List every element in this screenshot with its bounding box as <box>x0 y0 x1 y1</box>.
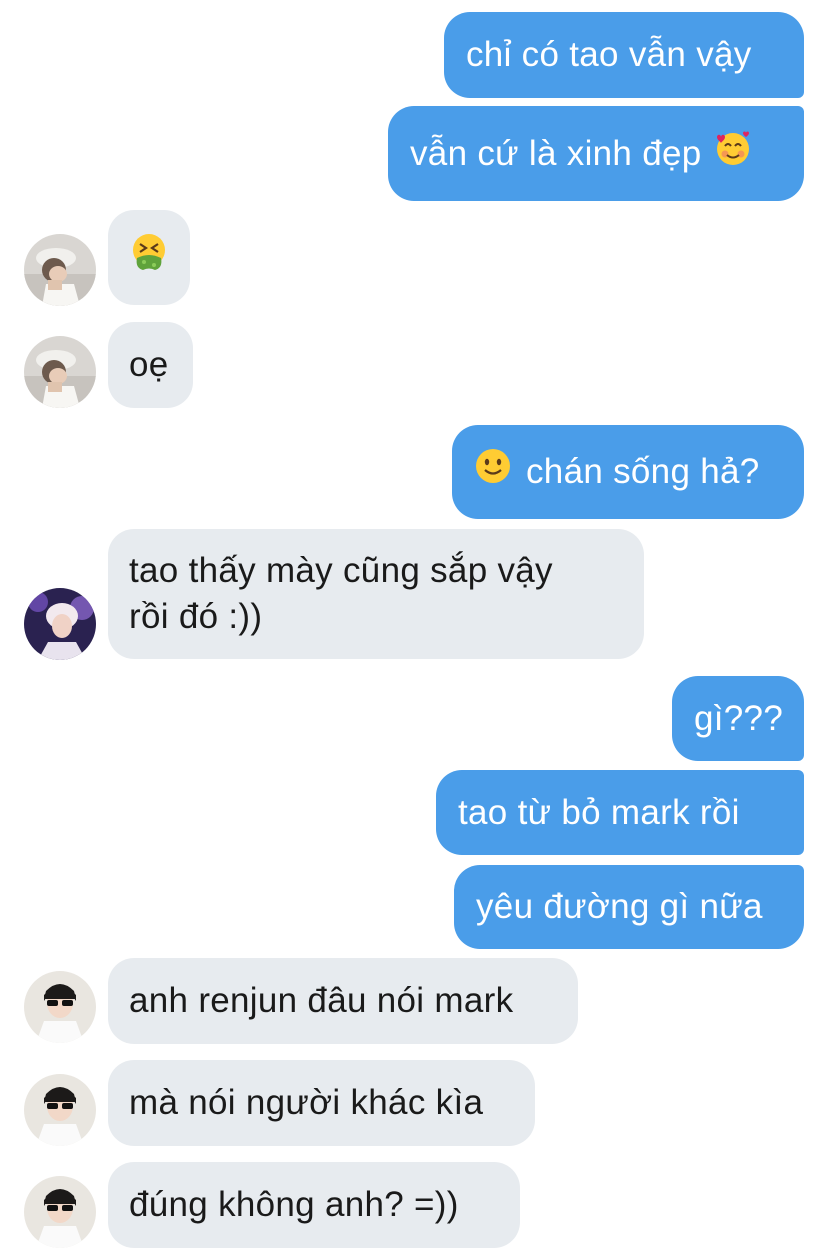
slightly-smiling-face-icon <box>474 447 512 497</box>
outgoing-message[interactable]: gì??? <box>672 676 804 761</box>
avatar-purple-light[interactable] <box>24 588 96 660</box>
message-text-line: tao thấy mày cũng sắp vậy <box>129 551 553 590</box>
avatar-sunglasses[interactable] <box>24 1176 96 1248</box>
message-text: mà nói người khác kìa <box>129 1083 484 1122</box>
message-text: yêu đường gì nữa <box>476 887 763 926</box>
outgoing-message[interactable]: chán sống hả? <box>452 425 804 519</box>
avatar-white-cap[interactable] <box>24 336 96 408</box>
outgoing-message[interactable]: yêu đường gì nữa <box>454 865 804 949</box>
avatar-sunglasses[interactable] <box>24 1074 96 1146</box>
message-text: chỉ có tao vẫn vậy <box>466 35 752 74</box>
incoming-message[interactable]: mà nói người khác kìa <box>108 1060 535 1146</box>
avatar-sunglasses[interactable] <box>24 971 96 1043</box>
message-text: gì??? <box>694 698 784 738</box>
avatar-white-cap[interactable] <box>24 234 96 306</box>
outgoing-message[interactable]: vẫn cứ là xinh đẹp <box>388 106 804 201</box>
incoming-message[interactable]: tao thấy mày cũng sắp vậy rồi đó :)) <box>108 529 644 659</box>
incoming-message[interactable]: oẹ <box>108 322 193 408</box>
nauseated-face-icon <box>130 232 168 284</box>
message-text: đúng không anh? =)) <box>129 1185 459 1224</box>
message-text: tao từ bỏ mark rồi <box>458 792 740 832</box>
message-text-line: rồi đó :)) <box>129 597 263 636</box>
message-text: vẫn cứ là xinh đẹp <box>410 133 702 173</box>
outgoing-message[interactable]: chỉ có tao vẫn vậy <box>444 12 804 98</box>
message-text: anh renjun đâu nói mark <box>129 981 514 1020</box>
outgoing-message[interactable]: tao từ bỏ mark rồi <box>436 770 804 855</box>
message-text: oẹ <box>129 345 169 384</box>
incoming-message[interactable] <box>108 210 190 305</box>
smiling-face-with-hearts-icon <box>714 129 752 179</box>
incoming-message[interactable]: anh renjun đâu nói mark <box>108 958 578 1044</box>
message-text: chán sống hả? <box>526 452 760 491</box>
incoming-message[interactable]: đúng không anh? =)) <box>108 1162 520 1248</box>
